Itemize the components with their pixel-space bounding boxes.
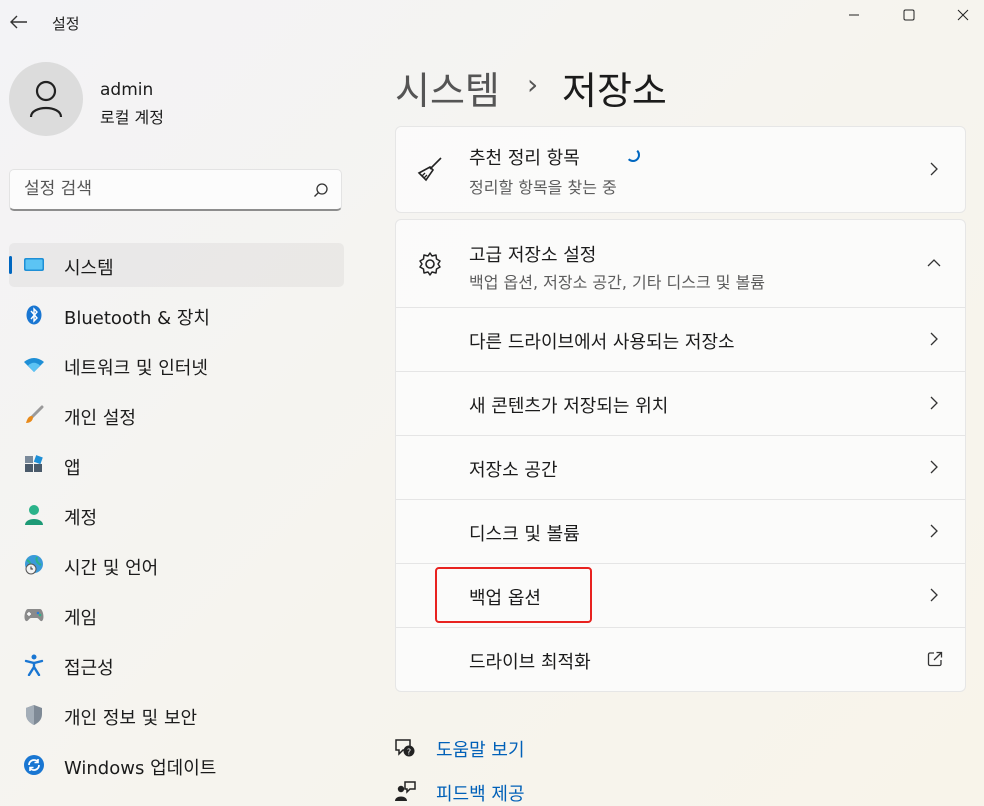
nav-item-accounts[interactable]: 계정 bbox=[9, 493, 344, 537]
chevron-right-icon bbox=[925, 458, 943, 476]
nav-item-system[interactable]: 시스템 bbox=[9, 243, 344, 287]
selected-indicator bbox=[9, 256, 12, 274]
app-title: 설정 bbox=[52, 15, 80, 33]
close-button[interactable] bbox=[940, 0, 984, 30]
globe-clock-icon bbox=[23, 554, 45, 576]
wifi-icon bbox=[23, 354, 45, 376]
user-icon bbox=[29, 80, 63, 118]
nav-label: Bluetooth & 장치 bbox=[64, 308, 210, 329]
nav-item-network[interactable]: 네트워크 및 인터넷 bbox=[9, 343, 344, 387]
svg-text:?: ? bbox=[407, 748, 411, 757]
item-label: 다른 드라이브에서 사용되는 저장소 bbox=[469, 332, 735, 353]
nav-label: 게임 bbox=[64, 608, 98, 629]
nav-item-apps[interactable]: 앱 bbox=[9, 443, 344, 487]
avatar[interactable] bbox=[9, 62, 83, 136]
breadcrumb-separator: › bbox=[527, 68, 539, 101]
chevron-up-icon bbox=[925, 254, 943, 272]
chevron-right-icon bbox=[925, 586, 943, 604]
feedback-icon bbox=[392, 779, 418, 805]
breadcrumb-parent[interactable]: 시스템 bbox=[395, 60, 500, 115]
advanced-storage-header[interactable]: 고급 저장소 설정 백업 옵션, 저장소 공간, 기타 디스크 및 볼륨 bbox=[396, 220, 965, 307]
nav-label: Windows 업데이트 bbox=[64, 758, 217, 779]
display-icon bbox=[23, 254, 45, 276]
search-box[interactable] bbox=[9, 169, 342, 211]
maximize-button[interactable] bbox=[886, 0, 932, 30]
close-icon bbox=[957, 9, 969, 21]
gear-icon bbox=[415, 249, 445, 279]
nav-label: 네트워크 및 인터넷 bbox=[64, 358, 208, 379]
backup-options-highlight-box bbox=[435, 567, 592, 623]
nav-item-accessibility[interactable]: 접근성 bbox=[9, 643, 344, 687]
nav-label: 접근성 bbox=[64, 658, 114, 679]
chevron-right-icon bbox=[925, 522, 943, 540]
nav-item-bluetooth[interactable]: Bluetooth & 장치 bbox=[9, 293, 344, 337]
chevron-right-icon bbox=[925, 160, 943, 178]
item-label: 디스크 및 볼륨 bbox=[469, 524, 580, 545]
back-arrow-icon bbox=[10, 15, 27, 29]
optimize-drives-item[interactable]: 드라이브 최적화 bbox=[396, 628, 965, 691]
item-label: 새 콘텐츠가 저장되는 위치 bbox=[469, 396, 669, 417]
item-label: 드라이브 최적화 bbox=[469, 652, 591, 673]
nav-label: 시스템 bbox=[64, 258, 114, 279]
cleanup-title: 추천 정리 항목 bbox=[469, 148, 580, 169]
apps-icon bbox=[23, 454, 45, 476]
new-content-save-location-item[interactable]: 새 콘텐츠가 저장되는 위치 bbox=[396, 372, 965, 435]
advanced-title: 고급 저장소 설정 bbox=[469, 245, 597, 266]
storage-spaces-item[interactable]: 저장소 공간 bbox=[396, 436, 965, 499]
feedback-link[interactable]: 피드백 제공 bbox=[436, 780, 525, 806]
minimize-icon bbox=[849, 14, 859, 16]
disks-and-volumes-item[interactable]: 디스크 및 볼륨 bbox=[396, 500, 965, 563]
page-title: 저장소 bbox=[562, 69, 667, 113]
accessibility-icon bbox=[23, 654, 45, 676]
item-label: 저장소 공간 bbox=[469, 460, 558, 481]
help-icon: ? bbox=[392, 735, 418, 761]
nav-item-gaming[interactable]: 게임 bbox=[9, 593, 344, 637]
search-icon bbox=[314, 183, 328, 197]
loading-spinner-icon bbox=[626, 148, 640, 162]
broom-icon bbox=[415, 154, 445, 184]
nav-label: 시간 및 언어 bbox=[64, 558, 159, 579]
chevron-right-icon bbox=[925, 394, 943, 412]
gamepad-icon bbox=[23, 604, 45, 626]
nav-label: 개인 정보 및 보안 bbox=[64, 708, 198, 729]
help-link[interactable]: 도움말 보기 bbox=[436, 736, 525, 762]
nav-item-personalization[interactable]: 개인 설정 bbox=[9, 393, 344, 437]
minimize-button[interactable] bbox=[831, 0, 877, 30]
nav-item-privacy[interactable]: 개인 정보 및 보안 bbox=[9, 693, 344, 737]
nav-label: 개인 설정 bbox=[64, 408, 136, 429]
bluetooth-icon bbox=[23, 304, 45, 326]
account-type: 로컬 계정 bbox=[100, 108, 164, 127]
nav-item-windows-update[interactable]: Windows 업데이트 bbox=[9, 743, 344, 787]
storage-used-on-other-drives-item[interactable]: 다른 드라이브에서 사용되는 저장소 bbox=[396, 308, 965, 371]
nav-item-time-language[interactable]: 시간 및 언어 bbox=[9, 543, 344, 587]
maximize-icon bbox=[903, 9, 915, 21]
cleanup-recommendations-card[interactable]: 추천 정리 항목 정리할 항목을 찾는 중 bbox=[395, 126, 966, 213]
advanced-subtitle: 백업 옵션, 저장소 공간, 기타 디스크 및 볼륨 bbox=[469, 273, 766, 292]
update-icon bbox=[23, 754, 45, 776]
user-name: admin bbox=[100, 80, 154, 100]
search-input[interactable] bbox=[24, 179, 294, 199]
chevron-right-icon bbox=[925, 330, 943, 348]
brush-icon bbox=[23, 404, 45, 426]
nav-label: 앱 bbox=[64, 458, 81, 479]
back-button[interactable] bbox=[6, 8, 32, 36]
nav-label: 계정 bbox=[64, 508, 98, 529]
cleanup-subtitle: 정리할 항목을 찾는 중 bbox=[469, 178, 617, 197]
account-icon bbox=[23, 504, 45, 526]
shield-icon bbox=[23, 704, 45, 726]
external-link-icon bbox=[926, 650, 944, 668]
